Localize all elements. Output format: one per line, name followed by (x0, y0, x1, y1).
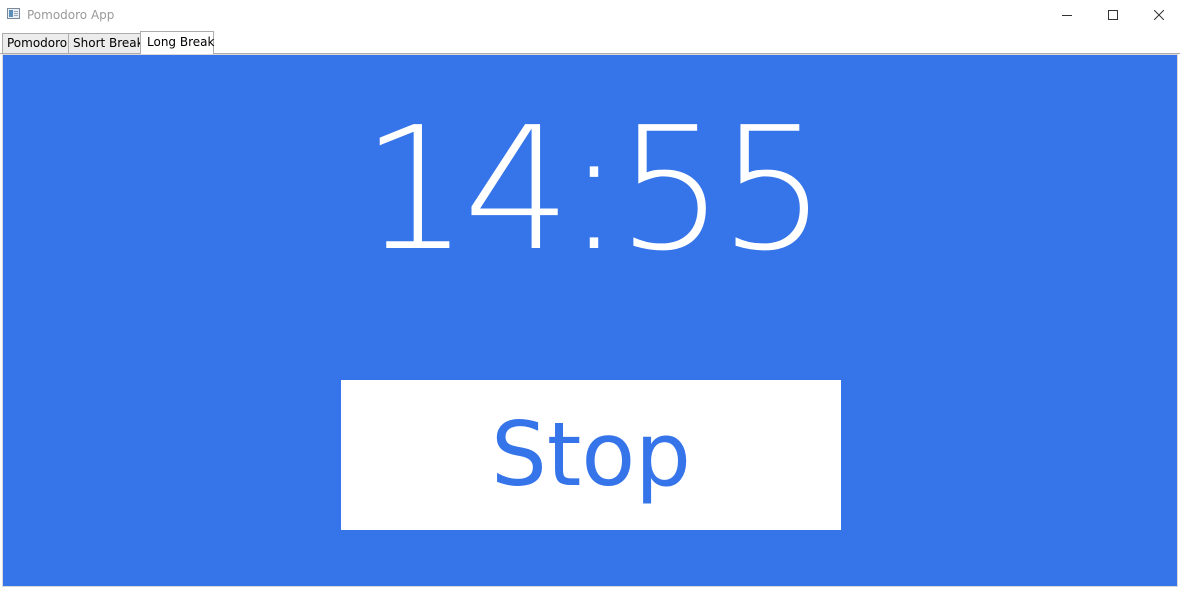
app-window: Pomodoro App Pomodoro Short Break Long B… (0, 0, 1180, 589)
minimize-icon (1062, 15, 1072, 16)
timer-display: 14:55 (361, 91, 827, 289)
maximize-icon (1108, 10, 1118, 20)
minimize-button[interactable] (1044, 0, 1090, 30)
tab-short-break[interactable]: Short Break (68, 33, 144, 53)
tab-strip: Pomodoro Short Break Long Break (0, 31, 1180, 54)
stop-button[interactable]: Stop (341, 380, 841, 530)
timer-panel: 14:55 Stop (2, 54, 1178, 587)
window-title: Pomodoro App (27, 8, 115, 22)
tab-long-break[interactable]: Long Break (140, 31, 214, 54)
close-button[interactable] (1136, 0, 1180, 30)
maximize-button[interactable] (1090, 0, 1136, 30)
tab-pomodoro[interactable]: Pomodoro (2, 33, 69, 53)
close-icon (1154, 10, 1164, 20)
title-bar[interactable]: Pomodoro App (0, 0, 1180, 31)
app-window-icon (7, 8, 20, 19)
